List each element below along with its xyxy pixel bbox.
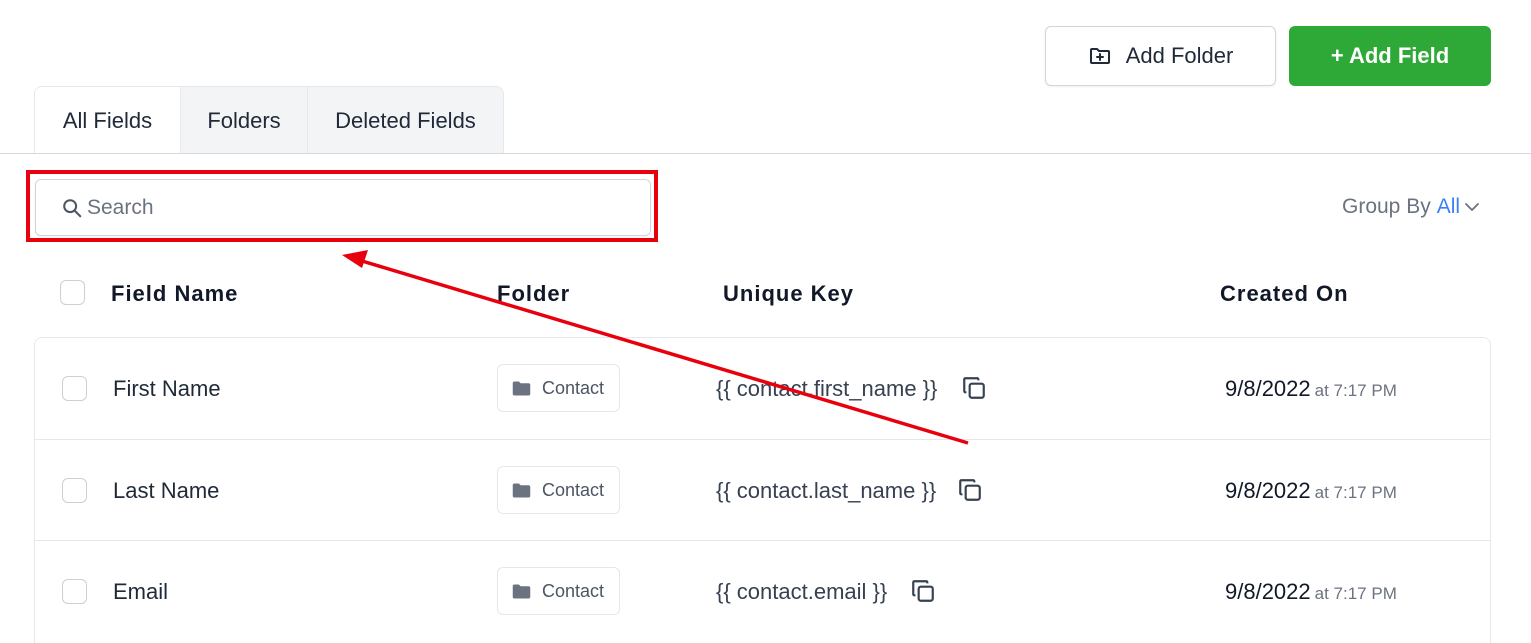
- row-checkbox[interactable]: [62, 376, 87, 401]
- field-name[interactable]: Email: [113, 579, 168, 605]
- add-folder-label: Add Folder: [1125, 43, 1234, 68]
- folder-label: Contact: [542, 580, 605, 601]
- group-by-dropdown[interactable]: Group By All: [1342, 195, 1482, 219]
- select-all-checkbox[interactable]: [60, 280, 85, 305]
- folder-icon: [512, 584, 531, 598]
- chevron-down-icon: [1465, 203, 1479, 211]
- created-on: 9/8/2022 at 7:17 PM: [1225, 579, 1397, 605]
- annotation-highlight-box: [26, 170, 658, 242]
- created-on: 9/8/2022 at 7:17 PM: [1225, 376, 1397, 402]
- created-on: 9/8/2022 at 7:17 PM: [1225, 478, 1397, 504]
- created-time: at 7:17 PM: [1314, 381, 1397, 400]
- folder-icon: [512, 381, 531, 395]
- add-field-button[interactable]: + Add Field: [1289, 26, 1491, 86]
- row-checkbox[interactable]: [62, 579, 87, 604]
- copy-icon[interactable]: [910, 578, 936, 604]
- created-date: 9/8/2022: [1225, 376, 1311, 401]
- folder-icon: [512, 483, 531, 497]
- tab-all-fields[interactable]: All Fields: [35, 87, 180, 154]
- folder-chip[interactable]: Contact: [497, 466, 620, 514]
- tab-folders[interactable]: Folders: [180, 87, 307, 154]
- folder-label: Contact: [542, 377, 605, 398]
- folder-label: Contact: [542, 479, 605, 500]
- unique-key: {{ contact.last_name }}: [716, 478, 937, 503]
- header-field-name[interactable]: Field Name: [111, 281, 238, 307]
- tab-deleted-fields[interactable]: Deleted Fields: [307, 87, 503, 154]
- unique-key: {{ contact.email }}: [716, 579, 888, 604]
- tab-bar: All Fields Folders Deleted Fields: [34, 86, 504, 154]
- group-by-label: Group By: [1342, 195, 1431, 218]
- copy-icon[interactable]: [957, 477, 983, 503]
- created-time: at 7:17 PM: [1314, 584, 1397, 603]
- folder-chip[interactable]: Contact: [497, 567, 620, 615]
- tabs-divider: [0, 153, 1531, 154]
- table-row: Last Name Contact {{ contact.last_name }…: [35, 439, 1490, 540]
- add-field-label: + Add Field: [1330, 43, 1450, 68]
- field-name[interactable]: Last Name: [113, 478, 219, 504]
- folder-chip[interactable]: Contact: [497, 364, 620, 412]
- copy-icon[interactable]: [961, 375, 987, 401]
- fields-table: First Name Contact {{ contact.first_name…: [34, 337, 1491, 643]
- table-row: First Name Contact {{ contact.first_name…: [35, 338, 1490, 439]
- group-by-value: All: [1436, 195, 1461, 218]
- folder-plus-icon: [1089, 48, 1110, 64]
- header-created-on[interactable]: Created On: [1220, 281, 1349, 307]
- row-checkbox[interactable]: [62, 478, 87, 503]
- created-date: 9/8/2022: [1225, 478, 1311, 503]
- header-folder[interactable]: Folder: [497, 281, 570, 307]
- header-unique-key[interactable]: Unique Key: [723, 281, 854, 307]
- unique-key: {{ contact.first_name }}: [716, 376, 938, 401]
- field-name[interactable]: First Name: [113, 376, 221, 402]
- table-row: Email Contact {{ contact.email }} 9/8/20…: [35, 540, 1490, 641]
- add-folder-button[interactable]: Add Folder: [1045, 26, 1276, 86]
- created-time: at 7:17 PM: [1314, 483, 1397, 502]
- created-date: 9/8/2022: [1225, 579, 1311, 604]
